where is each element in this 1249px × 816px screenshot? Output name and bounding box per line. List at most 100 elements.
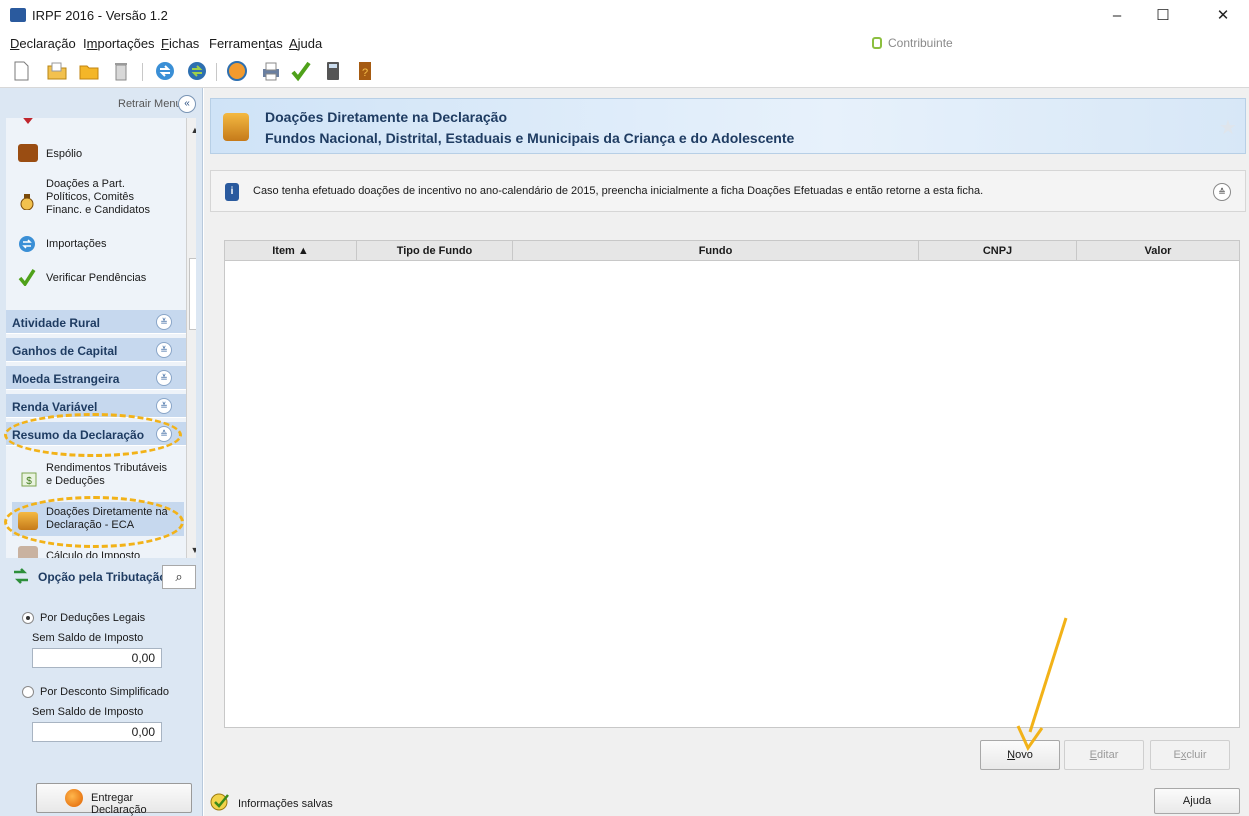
- sidebar-item-doacoes-partidos-1[interactable]: Doações a Part.: [46, 178, 125, 190]
- retrair-menu-label[interactable]: Retrair Menu: [118, 98, 182, 110]
- menu-importacoes[interactable]: Importações: [83, 36, 155, 51]
- lock-icon: [872, 37, 882, 49]
- section-moeda-estrangeira[interactable]: Moeda Estrangeira ≚: [6, 366, 186, 390]
- sidebar-item-importacoes[interactable]: Importações: [46, 238, 107, 250]
- annotation-ellipse-resumo: [4, 413, 182, 457]
- favorite-star-icon[interactable]: ★: [1219, 115, 1237, 140]
- import-icon[interactable]: [154, 60, 176, 82]
- doacoes-table: Item ▲ Tipo de Fundo Fundo CNPJ Valor: [224, 240, 1240, 728]
- novo-button[interactable]: Novo: [980, 740, 1060, 770]
- saldo-value-2: 0,00: [32, 722, 162, 742]
- money-note-icon: $: [21, 472, 37, 487]
- column-header-valor[interactable]: Valor: [1077, 241, 1239, 261]
- radio-desconto-simplificado[interactable]: [22, 686, 34, 698]
- sidebar-item-espolio[interactable]: Espólio: [46, 148, 82, 160]
- money-bag-icon: [20, 194, 34, 210]
- collapse-info-icon[interactable]: ≙: [1213, 183, 1231, 201]
- trash-icon[interactable]: [110, 60, 132, 82]
- menu-declaracao[interactable]: Declaração: [10, 36, 76, 51]
- menu-ferramentas[interactable]: Ferramentas: [209, 36, 283, 51]
- page-header: Doações Diretamente na Declaração Fundos…: [210, 98, 1246, 154]
- espolio-icon: [18, 144, 38, 162]
- toolbar: ?: [0, 56, 1249, 88]
- new-file-icon[interactable]: [10, 60, 32, 82]
- open-folder-icon[interactable]: [46, 60, 68, 82]
- scroll-down-icon[interactable]: ▼: [187, 542, 196, 558]
- column-header-tipo-fundo[interactable]: Tipo de Fundo: [357, 241, 513, 261]
- section-ganhos-capital[interactable]: Ganhos de Capital ≚: [6, 338, 186, 362]
- sidebar-item-doacoes-partidos-2[interactable]: Políticos, Comitês: [46, 191, 134, 203]
- opcao-tributacao-row: Opção pela Tributação: ⌕: [8, 565, 198, 591]
- title-bar: IRPF 2016 - Versão 1.2 – ☐ ✕: [0, 0, 1249, 32]
- ajuda-button[interactable]: Ajuda: [1154, 788, 1240, 814]
- transmit-icon[interactable]: [186, 60, 208, 82]
- editar-button[interactable]: Editar: [1064, 740, 1144, 770]
- page-subtitle: Fundos Nacional, Distrital, Estaduais e …: [265, 130, 795, 146]
- status-message: Informações salvas: [238, 798, 333, 810]
- folder-icon[interactable]: [78, 60, 100, 82]
- section-atividade-rural[interactable]: Atividade Rural ≚: [6, 310, 186, 334]
- globe-icon[interactable]: [226, 60, 248, 82]
- expand-icon[interactable]: ≚: [156, 314, 172, 330]
- contribuinte-indicator[interactable]: Contribuinte: [872, 36, 953, 50]
- opcao-tributacao-label: Opção pela Tributação:: [38, 570, 171, 584]
- info-text: Caso tenha efetuado doações de incentivo…: [253, 185, 984, 197]
- annotation-ellipse-doacoes: [4, 496, 184, 548]
- toolbar-separator: [216, 63, 217, 81]
- column-header-fundo[interactable]: Fundo: [513, 241, 919, 261]
- search-button[interactable]: ⌕: [162, 565, 196, 589]
- nav-scroll-area: Espólio Doações a Part. Políticos, Comit…: [6, 118, 196, 558]
- option-deducoes-legais-label[interactable]: Por Deduções Legais: [40, 612, 145, 624]
- sidebar: Retrair Menu « Espólio Doações a Part. P…: [0, 88, 203, 816]
- saldo-label-2: Sem Saldo de Imposto: [32, 706, 144, 718]
- entregar-declaracao-button[interactable]: Entregar Declaração: [36, 783, 192, 816]
- sidebar-item-rendimentos-1[interactable]: Rendimentos Tributáveis: [46, 462, 167, 474]
- column-header-cnpj[interactable]: CNPJ: [919, 241, 1077, 261]
- saldo-value-1: 0,00: [32, 648, 162, 668]
- page-title: Doações Diretamente na Declaração: [265, 109, 507, 125]
- tributacao-panel: Por Deduções Legais Sem Saldo de Imposto…: [6, 596, 196, 766]
- sidebar-scrollbar[interactable]: ▲ ▼: [186, 118, 196, 558]
- svg-text:$: $: [26, 476, 32, 487]
- heart-icon: [23, 118, 33, 124]
- sidebar-item-rendimentos-2[interactable]: e Deduções: [46, 475, 105, 487]
- import-icon: [19, 236, 35, 252]
- table-header: Item ▲ Tipo de Fundo Fundo CNPJ Valor: [225, 241, 1239, 261]
- minimize-button[interactable]: –: [1100, 4, 1134, 28]
- help-book-icon[interactable]: ?: [354, 60, 376, 82]
- check-icon: [18, 269, 36, 286]
- svg-text:?: ?: [362, 67, 368, 79]
- radio-deducoes-legais[interactable]: [22, 612, 34, 624]
- maximize-button[interactable]: ☐: [1146, 4, 1180, 28]
- expand-icon[interactable]: ≚: [156, 342, 172, 358]
- exchange-arrows-icon: [14, 568, 28, 584]
- menu-fichas[interactable]: Fichas: [161, 36, 199, 51]
- sidebar-item-calculo[interactable]: Cálculo do Imposto: [46, 550, 140, 558]
- window-title: IRPF 2016 - Versão 1.2: [32, 8, 168, 23]
- sidebar-item-doacoes-partidos-3[interactable]: Financ. e Candidatos: [46, 204, 150, 216]
- sidebar-item-verificar[interactable]: Verificar Pendências: [46, 272, 146, 284]
- check-icon[interactable]: [290, 60, 312, 82]
- collapse-menu-button[interactable]: «: [178, 95, 196, 113]
- menu-ajuda[interactable]: Ajuda: [289, 36, 322, 51]
- app-icon: [10, 8, 26, 22]
- expand-icon[interactable]: ≚: [156, 398, 172, 414]
- print-icon[interactable]: [260, 60, 282, 82]
- close-button[interactable]: ✕: [1206, 4, 1240, 28]
- main-content: Doações Diretamente na Declaração Fundos…: [204, 88, 1249, 816]
- excluir-button[interactable]: Excluir: [1150, 740, 1230, 770]
- info-icon: i: [225, 183, 239, 201]
- globe-icon: [65, 789, 83, 807]
- toolbar-separator: [142, 63, 143, 81]
- search-icon: ⌕: [175, 569, 183, 584]
- saved-check-icon: [210, 793, 229, 811]
- scroll-up-icon[interactable]: ▲: [187, 122, 196, 138]
- calculator-icon: [18, 546, 38, 558]
- expand-icon[interactable]: ≚: [156, 370, 172, 386]
- donation-people-icon: [223, 113, 249, 141]
- option-desconto-simplificado-label[interactable]: Por Desconto Simplificado: [40, 686, 169, 698]
- scroll-thumb[interactable]: [189, 258, 196, 330]
- column-header-item[interactable]: Item ▲: [225, 241, 357, 261]
- saldo-label-1: Sem Saldo de Imposto: [32, 632, 144, 644]
- calculator-icon[interactable]: [322, 60, 344, 82]
